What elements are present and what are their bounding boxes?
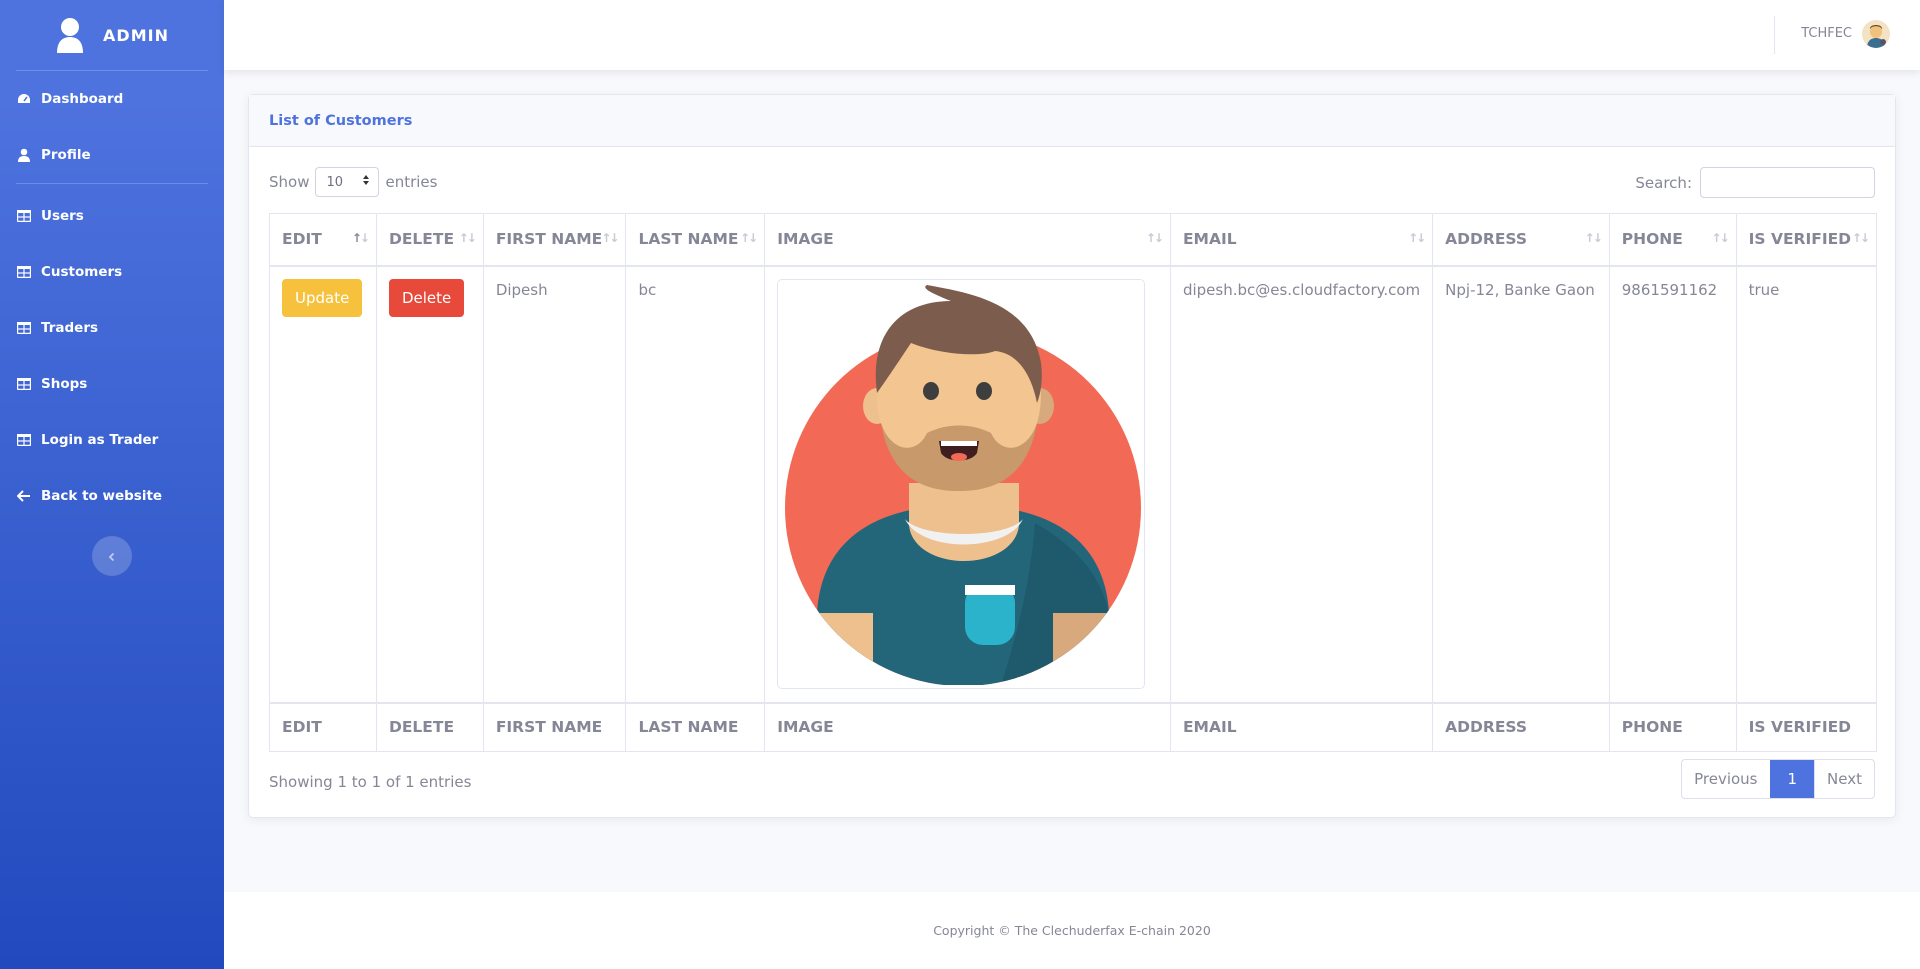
- search-label: Search:: [1635, 173, 1692, 192]
- footer-header-delete: DELETE: [375, 701, 484, 752]
- customers-table: EDIT ↑↓ DELETE ↑↓ FIRST NAME ↑↓ LAST NAME ↑↓…: [269, 213, 1878, 752]
- column-header-address[interactable]: ADDRESS ↑↓: [1432, 213, 1610, 267]
- cell-image: [764, 265, 1171, 703]
- sidebar-item-traders[interactable]: Traders: [0, 300, 224, 356]
- footer-header-first-name: FIRST NAME: [482, 701, 627, 752]
- table-header-row: EDIT ↑↓ DELETE ↑↓ FIRST NAME ↑↓ LAST NAME ↑↓…: [269, 213, 1878, 267]
- card-title: List of Customers: [269, 112, 413, 129]
- sidebar-toggle-button[interactable]: [92, 536, 132, 576]
- cell-delete: Delete: [375, 265, 484, 703]
- arrow-left-icon: [17, 489, 31, 503]
- cell-first-name: Dipesh: [482, 265, 627, 703]
- column-header-email[interactable]: EMAIL ↑↓: [1169, 213, 1434, 267]
- sidebar-item-label: Dashboard: [41, 91, 124, 107]
- customers-card: List of Customers Show 10 entries Search…: [248, 94, 1896, 818]
- search-control: Search:: [1635, 167, 1875, 198]
- copyright-text: Copyright © The Clechuderfax E-chain 202…: [933, 923, 1211, 938]
- pagination-previous-button[interactable]: Previous: [1682, 760, 1769, 798]
- footer-header-phone: PHONE: [1608, 701, 1737, 752]
- chevron-left-icon: [107, 547, 117, 566]
- user-icon: [55, 17, 89, 53]
- sidebar-item-customers[interactable]: Customers: [0, 244, 224, 300]
- brand-text: ADMIN: [103, 25, 169, 45]
- page-footer: Copyright © The Clechuderfax E-chain 202…: [224, 892, 1920, 969]
- update-button[interactable]: Update: [282, 278, 363, 317]
- entries-select[interactable]: 10: [315, 167, 380, 197]
- column-header-last-name[interactable]: LAST NAME ↑↓: [625, 213, 766, 267]
- topbar-divider: [1774, 16, 1775, 54]
- sort-icon: ↑↓: [458, 231, 477, 245]
- table-icon: [17, 321, 31, 335]
- pagination: Previous 1 Next: [1681, 759, 1875, 799]
- sort-icon: ↑↓: [1584, 231, 1603, 245]
- delete-button[interactable]: Delete: [388, 278, 465, 317]
- sidebar-item-label: Traders: [41, 320, 99, 336]
- pagination-next-button[interactable]: Next: [1814, 760, 1874, 798]
- sort-icon: ↑↓: [351, 231, 370, 245]
- sidebar-item-label: Customers: [41, 264, 123, 280]
- column-header-delete[interactable]: DELETE ↑↓: [375, 213, 484, 267]
- footer-header-is-verified: IS VERIFIED: [1735, 701, 1878, 752]
- cell-edit: Update: [269, 265, 377, 703]
- footer-header-edit: EDIT: [269, 701, 377, 752]
- sidebar-item-shops[interactable]: Shops: [0, 356, 224, 412]
- sort-icon: ↑↓: [601, 231, 619, 245]
- entries-length-control: Show 10 entries: [269, 167, 437, 197]
- table-footer-row: EDIT DELETE FIRST NAME LAST NAME IMAGE E…: [269, 701, 1878, 752]
- pagination-page-button[interactable]: 1: [1769, 760, 1815, 798]
- table-info: Showing 1 to 1 of 1 entries: [269, 773, 472, 791]
- sidebar-item-label: Back to website: [41, 488, 163, 504]
- table-row: Update Delete Dipesh bc dipesh.bc@es.clo…: [269, 265, 1878, 703]
- sort-icon: ↑↓: [1851, 231, 1870, 245]
- footer-header-last-name: LAST NAME: [625, 701, 766, 752]
- sidebar: ADMIN Dashboard Profile Users Customers …: [0, 0, 224, 969]
- cell-phone: 9861591162: [1608, 265, 1737, 703]
- table-icon: [17, 209, 31, 223]
- sidebar-item-label: Shops: [41, 376, 88, 392]
- length-suffix: entries: [385, 173, 438, 191]
- cell-is-verified: true: [1735, 265, 1878, 703]
- sidebar-item-label: Profile: [41, 147, 91, 163]
- search-input[interactable]: [1700, 167, 1875, 198]
- cell-address: Npj-12, Banke Gaon: [1432, 265, 1610, 703]
- footer-header-image: IMAGE: [764, 701, 1171, 752]
- entries-select-value: 10: [326, 174, 344, 190]
- sort-icon: ↑↓: [1711, 231, 1730, 245]
- tachometer-icon: [17, 92, 31, 106]
- avatar[interactable]: [1862, 20, 1890, 48]
- sort-updown-icon: [362, 174, 370, 190]
- topbar: TCHFEC: [224, 0, 1920, 70]
- table-icon: [17, 433, 31, 447]
- sidebar-item-profile[interactable]: Profile: [0, 127, 224, 183]
- column-header-is-verified[interactable]: IS VERIFIED ↑↓: [1735, 213, 1878, 267]
- cell-last-name: bc: [625, 265, 766, 703]
- user-icon: [17, 148, 31, 162]
- sort-icon: ↑↓: [1145, 231, 1164, 245]
- column-header-phone[interactable]: PHONE ↑↓: [1608, 213, 1737, 267]
- sidebar-item-label: Login as Trader: [41, 432, 159, 448]
- column-header-first-name[interactable]: FIRST NAME ↑↓: [482, 213, 627, 267]
- card-header: List of Customers: [249, 95, 1895, 147]
- table-icon: [17, 377, 31, 391]
- table-icon: [17, 265, 31, 279]
- column-header-image[interactable]: IMAGE ↑↓: [764, 213, 1171, 267]
- length-prefix: Show: [269, 173, 310, 191]
- user-name[interactable]: TCHFEC: [1801, 26, 1852, 41]
- sidebar-item-back-to-website[interactable]: Back to website: [0, 468, 224, 524]
- sidebar-item-label: Users: [41, 208, 84, 224]
- cell-email: dipesh.bc@es.cloudfactory.com: [1169, 265, 1434, 703]
- sidebar-brand[interactable]: ADMIN: [0, 0, 224, 70]
- customer-avatar-image: [777, 278, 1146, 689]
- column-header-edit[interactable]: EDIT ↑↓: [269, 213, 377, 267]
- footer-header-email: EMAIL: [1169, 701, 1434, 752]
- sort-icon: ↑↓: [740, 231, 758, 245]
- sort-icon: ↑↓: [1408, 231, 1426, 245]
- sidebar-item-users[interactable]: Users: [0, 188, 224, 244]
- footer-header-address: ADDRESS: [1432, 701, 1610, 752]
- sidebar-item-login-as-trader[interactable]: Login as Trader: [0, 412, 224, 468]
- sidebar-item-dashboard[interactable]: Dashboard: [0, 71, 224, 127]
